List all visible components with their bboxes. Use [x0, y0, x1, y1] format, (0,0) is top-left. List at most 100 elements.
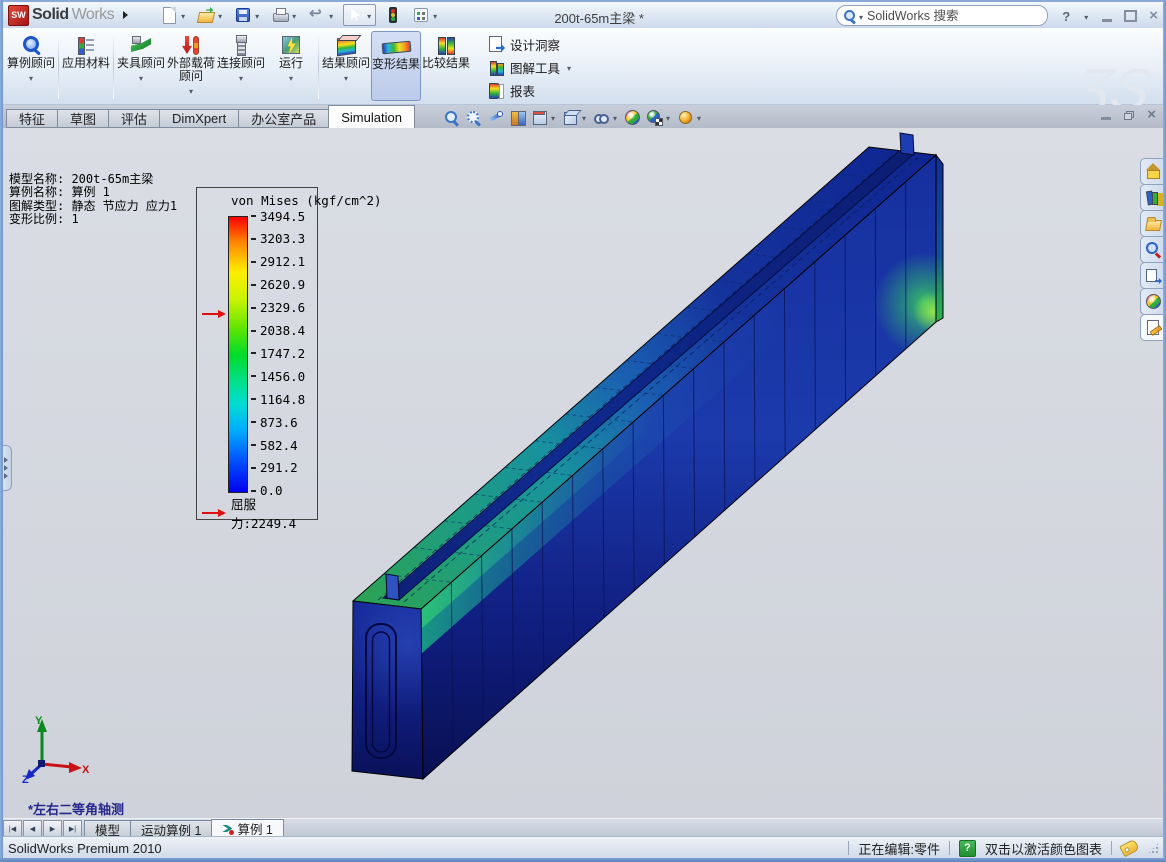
headsup-tool-button[interactable]: [593, 108, 619, 126]
quick-tool-button[interactable]: [269, 5, 300, 25]
help-tip-icon[interactable]: ?: [959, 840, 976, 857]
ribbon-button[interactable]: 结果顾问: [321, 31, 371, 101]
command-tab[interactable]: 草图: [57, 109, 108, 128]
ribbon-button[interactable]: 算例顾问: [6, 31, 56, 101]
minimize-button[interactable]: [1102, 19, 1112, 22]
command-tab[interactable]: 特征: [6, 109, 57, 128]
ribbon-side-button-label: 图解工具: [510, 58, 560, 77]
headsup-tool-button[interactable]: [531, 108, 557, 126]
ribbon-button[interactable]: 变形结果: [371, 31, 421, 101]
status-hint: 双击以激活颜色图表: [985, 839, 1102, 858]
dropdown-arrow-icon[interactable]: [137, 71, 145, 85]
quick-tool-button[interactable]: [158, 5, 189, 25]
resize-grip[interactable]: [1147, 842, 1160, 855]
dropdown-arrow-icon[interactable]: [611, 108, 619, 126]
document-restore-button[interactable]: [1124, 111, 1134, 120]
headsup-tool-button[interactable]: [646, 108, 672, 126]
dropdown-arrow-icon[interactable]: [290, 6, 298, 24]
beam-model[interactable]: [0, 128, 1166, 818]
dropdown-arrow-icon[interactable]: [187, 84, 195, 98]
window-border-top: [0, 0, 1166, 2]
tag-icon[interactable]: [1119, 839, 1140, 858]
document-close-button[interactable]: [1147, 109, 1156, 121]
dropdown-arrow-icon[interactable]: [565, 60, 573, 74]
ribbon-button-label: 变形结果: [372, 58, 420, 71]
last-tab-button[interactable]: [63, 820, 82, 837]
dropdown-arrow-icon[interactable]: [695, 108, 703, 126]
compare-results-icon: [435, 34, 457, 56]
quick-tool-button[interactable]: [382, 5, 404, 25]
help-arrow-icon[interactable]: [1082, 7, 1090, 25]
quick-tool-button[interactable]: [343, 4, 376, 26]
ribbon-side-button[interactable]: 图解工具: [482, 56, 579, 78]
graphics-area[interactable]: 模型名称: 200t-65m主梁算例名称: 算例 1图解类型: 静态 节应力 应…: [0, 128, 1166, 818]
ribbon-side-button[interactable]: 报表: [482, 79, 579, 101]
previous-tab-button[interactable]: [23, 820, 42, 837]
quick-tool-button[interactable]: [410, 5, 441, 25]
group-separator: [113, 33, 114, 99]
display-style-icon: [562, 109, 579, 126]
open-icon: [197, 6, 215, 24]
headsup-tool-button[interactable]: [509, 109, 526, 126]
command-tab[interactable]: Simulation: [328, 105, 415, 128]
dropdown-arrow-icon[interactable]: [27, 71, 35, 85]
dropdown-arrow-icon[interactable]: [237, 71, 245, 85]
command-tab[interactable]: DimXpert: [159, 109, 238, 128]
dropdown-arrow-icon[interactable]: [287, 71, 295, 85]
ribbon-button[interactable]: 比较结果: [421, 31, 471, 101]
dropdown-arrow-icon[interactable]: [365, 6, 373, 24]
headsup-tool-button[interactable]: [487, 109, 504, 126]
study-tab[interactable]: 运动算例 1: [130, 820, 212, 837]
dropdown-arrow-icon[interactable]: [342, 71, 350, 85]
headsup-tool-button[interactable]: [562, 108, 588, 126]
first-tab-button[interactable]: [3, 820, 22, 837]
legend-tick: [251, 490, 256, 492]
study-tab[interactable]: 算例 1: [211, 819, 283, 837]
ribbon-button[interactable]: 夹具顾问: [116, 31, 166, 101]
print-icon: [271, 6, 289, 24]
headsup-tool-button[interactable]: [677, 108, 703, 126]
ribbon-button[interactable]: 应用材料: [61, 31, 111, 101]
study-tab[interactable]: 模型: [84, 820, 131, 837]
quick-tool-button[interactable]: [195, 5, 226, 25]
dropdown-arrow-icon[interactable]: [549, 108, 557, 126]
headsup-tool-button[interactable]: [465, 109, 482, 126]
command-tab[interactable]: 评估: [108, 109, 159, 128]
search-scope-arrow-icon[interactable]: [857, 7, 865, 25]
quick-tool-button[interactable]: [232, 5, 263, 25]
menu-flyout-arrow-icon[interactable]: [123, 11, 128, 19]
dropdown-arrow-icon[interactable]: [580, 108, 588, 126]
plot-info-line: 模型名称: 200t-65m主梁: [9, 173, 177, 187]
dropdown-arrow-icon[interactable]: [431, 6, 439, 24]
help-button[interactable]: [1062, 9, 1070, 24]
dropdown-arrow-icon[interactable]: [664, 108, 672, 126]
dropdown-arrow-icon[interactable]: [327, 6, 335, 24]
rebuild-icon: [384, 6, 402, 24]
legend-value: 2620.9: [260, 277, 305, 292]
close-button[interactable]: [1149, 10, 1158, 22]
headsup-tool-button[interactable]: [624, 109, 641, 126]
ribbon-side-button[interactable]: 设计洞察: [482, 33, 579, 55]
command-tab[interactable]: 办公室产品: [238, 109, 328, 128]
stress-legend[interactable]: von Mises (kgf/cm^2) 3494.5 3203.3: [196, 187, 318, 520]
legend-tick: [251, 444, 256, 446]
legend-value-row: 2038.4: [251, 324, 315, 338]
dropdown-arrow-icon[interactable]: [179, 6, 187, 24]
headsup-tool-button[interactable]: [443, 109, 460, 126]
maximize-button[interactable]: [1124, 10, 1137, 22]
search-input[interactable]: [865, 8, 1041, 24]
ribbon-button[interactable]: 连接顾问: [216, 31, 266, 101]
ribbon-button[interactable]: 运行: [266, 31, 316, 101]
search-box[interactable]: [836, 5, 1048, 26]
command-tab-label: 草图: [70, 109, 96, 128]
document-minimize-button[interactable]: [1101, 117, 1111, 120]
legend-color-bar: [228, 216, 248, 493]
quick-tool-button[interactable]: [306, 5, 337, 25]
study-icon: [222, 823, 234, 835]
results-advisor-icon: [335, 34, 357, 56]
dropdown-arrow-icon[interactable]: [253, 6, 261, 24]
dropdown-arrow-icon[interactable]: [216, 6, 224, 24]
ribbon-button[interactable]: 外部载荷顾问: [166, 31, 216, 101]
next-tab-button[interactable]: [43, 820, 62, 837]
tab-scroll-buttons: [3, 820, 82, 837]
